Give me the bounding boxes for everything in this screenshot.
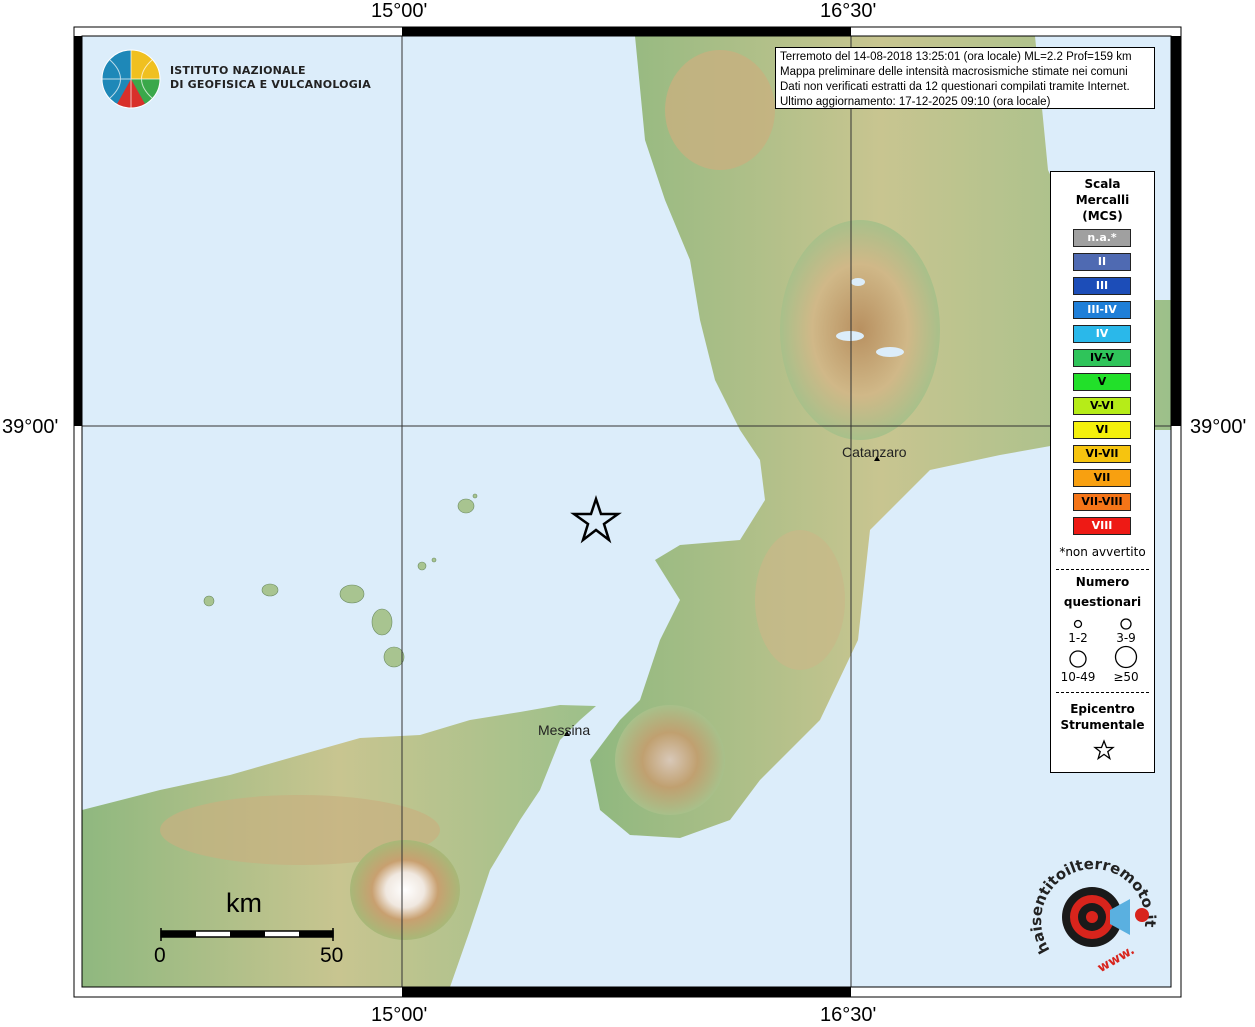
- ingv-name: ISTITUTO NAZIONALE DI GEOFISICA E VULCAN…: [170, 64, 371, 92]
- legend-item-intensity: VIII: [1073, 517, 1131, 535]
- ingv-name-line1: ISTITUTO NAZIONALE: [170, 64, 306, 77]
- legend-divider-1: [1056, 569, 1149, 570]
- etna: [350, 840, 460, 940]
- scale-unit-label: km: [226, 888, 262, 918]
- legend-item-intensity: V: [1073, 373, 1131, 391]
- legend-numero-title: Numero: [1075, 575, 1130, 589]
- legend-q-3-9: 3-9: [1116, 631, 1136, 645]
- legend-strumentale-title: Strumentale: [1060, 718, 1145, 732]
- legend-divider-2: [1056, 692, 1149, 693]
- sila-massif: [780, 220, 940, 440]
- legend-item-intensity: VI-VII: [1073, 445, 1131, 463]
- aspromonte: [615, 705, 725, 815]
- legend-item-intensity: VII: [1073, 469, 1131, 487]
- haisentito-logo-www: www.: [1095, 943, 1137, 976]
- legend-epicenter-star-icon: [1093, 739, 1115, 761]
- legend-item-intensity: VI: [1073, 421, 1131, 439]
- legend-questionari-title: questionari: [1063, 595, 1142, 609]
- legend-note: *non avvertito: [1059, 545, 1146, 559]
- legend-item-intensity: III-IV: [1073, 301, 1131, 319]
- legend-q-10-49: 10-49: [1060, 670, 1096, 684]
- legend-item-intensity: n.a.*: [1073, 229, 1131, 247]
- city-label-catanzaro: Catanzaro: [842, 444, 907, 460]
- legend-title-2: Mercalli: [1075, 193, 1130, 207]
- scale-end-label: 50: [320, 944, 344, 967]
- haisentito-logo-icon: haisentitoilterremoto.it www.: [1030, 855, 1159, 976]
- info-line-4: Ultimo aggiornamento: 17-12-2025 09:10 (…: [780, 96, 1051, 108]
- legend-item-intensity: II: [1073, 253, 1131, 271]
- info-line-1: Terremoto del 14-08-2018 13:25:01 (ora l…: [780, 51, 1132, 63]
- lat-label-right: 39°00': [1190, 416, 1247, 438]
- ingv-name-line2: DI GEOFISICA E VULCANOLOGIA: [170, 78, 371, 91]
- scale-start-label: 0: [154, 944, 166, 967]
- lon-label-top-left: 15°00': [371, 0, 428, 22]
- legend-q-1-2: 1-2: [1068, 631, 1088, 645]
- legend-item-intensity: V-VI: [1073, 397, 1131, 415]
- legend-item-intensity: IV-V: [1073, 349, 1131, 367]
- lon-label-top-right: 16°30': [820, 0, 877, 22]
- intensity-legend: Scala Mercalli (MCS) n.a.* II III III-IV IV I…: [1050, 171, 1155, 773]
- city-label-messina: Messina: [538, 722, 591, 738]
- legend-title-1: Scala: [1084, 177, 1121, 191]
- legend-title-3: (MCS): [1082, 209, 1123, 223]
- legend-item-intensity: VII-VIII: [1073, 493, 1131, 511]
- legend-q-50: ≥50: [1113, 670, 1139, 684]
- event-info-box: Terremoto del 14-08-2018 13:25:01 (ora l…: [775, 47, 1155, 109]
- legend-epicentro-title: Epicentro: [1070, 702, 1135, 716]
- legend-item-intensity: IV: [1073, 325, 1131, 343]
- legend-item-intensity: III: [1073, 277, 1131, 295]
- lat-label-left: 39°00': [2, 416, 59, 438]
- info-line-2: Mappa preliminare delle intensità macros…: [780, 66, 1128, 78]
- info-line-3: Dati non verificati estratti da 12 quest…: [780, 81, 1130, 93]
